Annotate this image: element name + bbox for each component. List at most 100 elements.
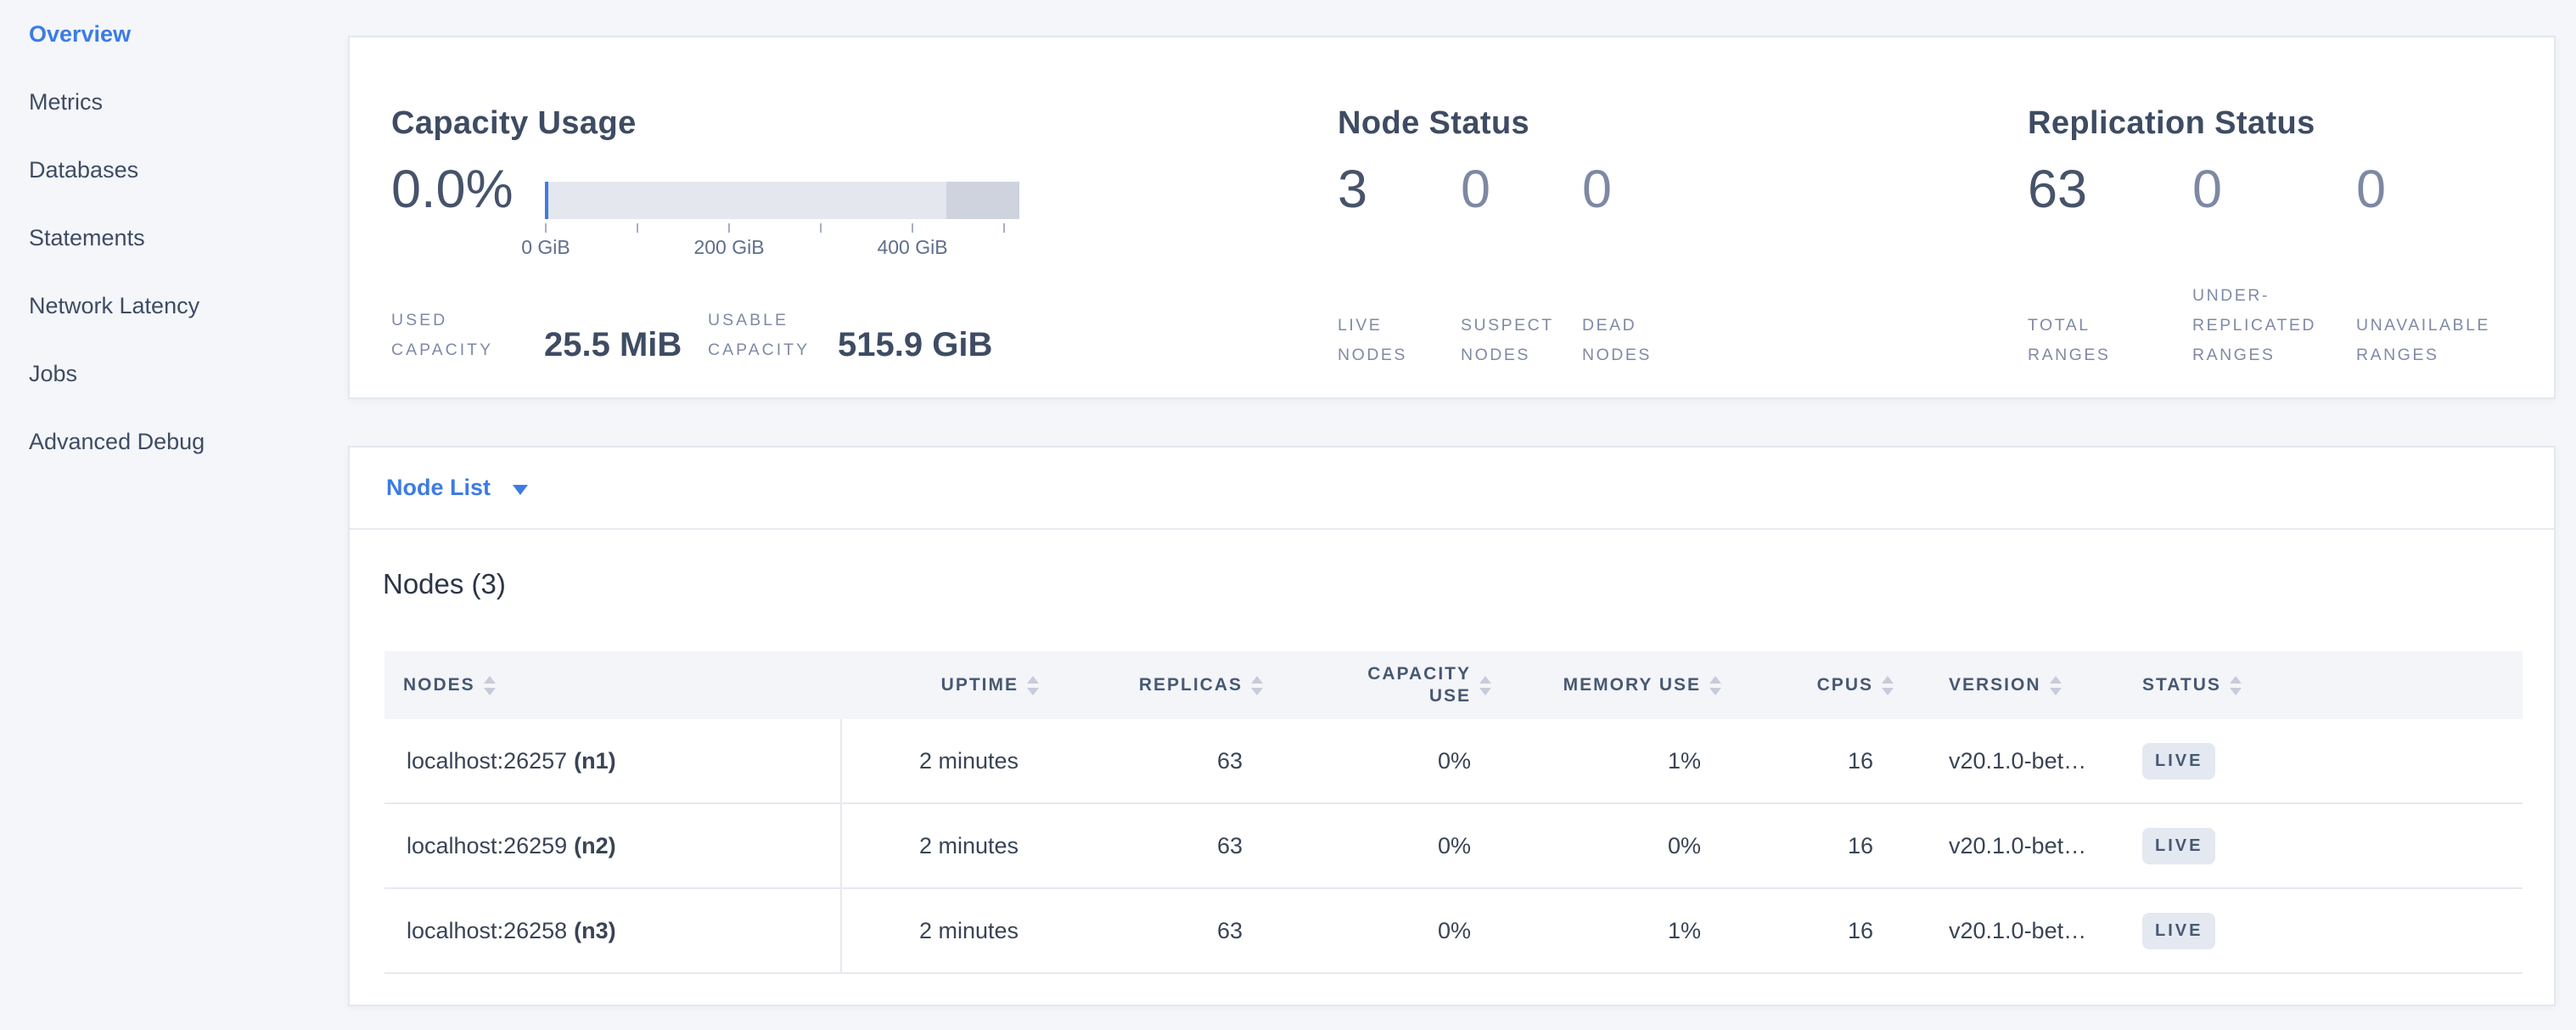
unavailable-ranges-value: 0 [2356,163,2386,217]
status-cell: LIVE [2124,913,2523,949]
cluster-summary-card: Capacity Usage 0.0% 0 GiB 200 GiB 400 Gi… [348,36,2556,399]
label-line: TOTAL [2028,311,2110,341]
column-header-status[interactable]: STATUS [2124,651,2523,719]
status-badge: LIVE [2142,913,2215,949]
usable-capacity-label: USABLE CAPACITY [708,306,826,365]
column-header-replicas[interactable]: REPLICAS [1039,651,1263,719]
live-nodes-label: LIVE NODES [1338,285,1407,370]
table-row-node-2[interactable]: localhost:26259(n2) 2 minutes 63 0% 0% 1… [384,804,2523,889]
axis-label: 200 GiB [693,236,764,259]
label-line: UNAVAILABLE [2356,311,2490,341]
column-header-capacity-use[interactable]: CAPACITY USE [1263,651,1491,719]
under-replicated-ranges-label: UNDER- REPLICATED RANGES [2192,285,2316,370]
usable-capacity-value: 515.9 GiB [838,328,992,362]
capacity-bar-reserved-segment [946,182,1019,219]
sidebar-item-overview[interactable]: Overview [0,0,348,68]
node-address-cell: localhost:26257(n1) [384,748,841,774]
uptime-cell: 2 minutes [841,748,1039,774]
label-line: UNDER- [2192,281,2316,311]
label-line: CAPACITY [708,335,826,365]
caret-down-icon [513,485,528,495]
label-line: CAPACITY [391,335,532,365]
table-row-node-3[interactable]: localhost:26258(n3) 2 minutes 63 0% 1% 1… [384,889,2523,974]
column-header-version[interactable]: VERSION [1894,651,2124,719]
total-ranges-label: TOTAL RANGES [2028,285,2110,370]
status-badge: LIVE [2142,828,2215,864]
nodes-table: NODES UPTIME REPLICAS CAPACITY USE MEMOR… [384,651,2523,974]
suspect-nodes-label: SUSPECT NODES [1461,285,1554,370]
column-label: NODES [403,675,475,695]
label-line: DEAD [1582,311,1652,341]
sidebar-item-metrics[interactable]: Metrics [0,68,348,136]
uptime-cell: 2 minutes [841,918,1039,944]
table-header-row: NODES UPTIME REPLICAS CAPACITY USE MEMOR… [384,651,2523,719]
cpus-cell: 16 [1721,918,1894,944]
label-line: RANGES [2028,341,2110,370]
label-line: USED [391,306,532,335]
replicas-cell: 63 [1039,918,1263,944]
column-header-uptime[interactable]: UPTIME [841,651,1039,719]
capacity-usage-bar: 0 GiB 200 GiB 400 GiB [545,182,1019,262]
status-cell: LIVE [2124,828,2523,864]
label-line: LIVE [1338,311,1407,341]
node-address-cell: localhost:26258(n3) [384,918,841,944]
label-line: NODES [1582,341,1652,370]
sort-icon [1709,676,1721,695]
replicas-cell: 63 [1039,833,1263,859]
node-list-dropdown-label: Node List [386,475,491,501]
version-cell: v20.1.0-bet… [1894,748,2124,774]
column-label: CAPACITY USE [1361,663,1471,707]
capacity-axis-ticks [545,223,1005,233]
capacity-axis-labels: 0 GiB 200 GiB 400 GiB [545,236,1019,262]
version-cell: v20.1.0-bet… [1894,918,2124,944]
sidebar-item-jobs[interactable]: Jobs [0,340,348,408]
replication-status-title: Replication Status [2028,105,2315,142]
label-line: NODES [1461,341,1554,370]
node-list-dropdown[interactable]: Node List [386,475,528,501]
sidebar-item-statements[interactable]: Statements [0,204,348,272]
dead-nodes-label: DEAD NODES [1582,285,1652,370]
sidebar-item-network-latency[interactable]: Network Latency [0,272,348,340]
column-header-memory-use[interactable]: MEMORY USE [1491,651,1721,719]
sidebar: Overview Metrics Databases Statements Ne… [0,0,348,1030]
total-ranges-value: 63 [2028,163,2087,217]
column-label: VERSION [1949,675,2041,695]
live-nodes-value: 3 [1338,163,1367,217]
label-line: USABLE [708,306,826,335]
column-header-nodes[interactable]: NODES [384,651,841,719]
axis-label: 400 GiB [877,236,947,259]
capacity-use-cell: 0% [1263,918,1491,944]
used-capacity-value: 25.5 MiB [544,328,682,362]
sort-icon [1882,676,1894,695]
node-address-cell: localhost:26259(n2) [384,833,841,859]
memory-use-cell: 0% [1491,833,1721,859]
capacity-bar-track [545,182,1019,219]
node-status-title: Node Status [1338,105,1529,142]
main-content: Capacity Usage 0.0% 0 GiB 200 GiB 400 Gi… [348,0,2556,1006]
used-capacity-stat: USED CAPACITY 25.5 MiB [391,306,682,365]
sort-icon [2050,676,2062,695]
cpus-cell: 16 [1721,748,1894,774]
uptime-cell: 2 minutes [841,833,1039,859]
memory-use-cell: 1% [1491,748,1721,774]
capacity-bar-used-segment [545,182,548,219]
replicas-cell: 63 [1039,748,1263,774]
sort-icon [1027,676,1039,695]
label-line: REPLICATED [2192,311,2316,341]
suspect-nodes-value: 0 [1461,163,1490,217]
view-selector-bar: Node List [350,447,2554,530]
label-line: RANGES [2192,341,2316,370]
capacity-usage-title: Capacity Usage [391,105,637,142]
capacity-use-cell: 0% [1263,748,1491,774]
unavailable-ranges-label: UNAVAILABLE RANGES [2356,285,2490,370]
nodes-heading: Nodes (3) [383,567,2554,601]
column-header-cpus[interactable]: CPUS [1721,651,1894,719]
sort-icon [2230,676,2242,695]
table-row-node-1[interactable]: localhost:26257(n1) 2 minutes 63 0% 1% 1… [384,719,2523,804]
table-body: localhost:26257(n1) 2 minutes 63 0% 1% 1… [384,719,2523,974]
column-label: STATUS [2142,675,2221,695]
memory-use-cell: 1% [1491,918,1721,944]
sidebar-item-databases[interactable]: Databases [0,136,348,204]
sidebar-item-advanced-debug[interactable]: Advanced Debug [0,408,348,476]
under-replicated-ranges-value: 0 [2192,163,2222,217]
